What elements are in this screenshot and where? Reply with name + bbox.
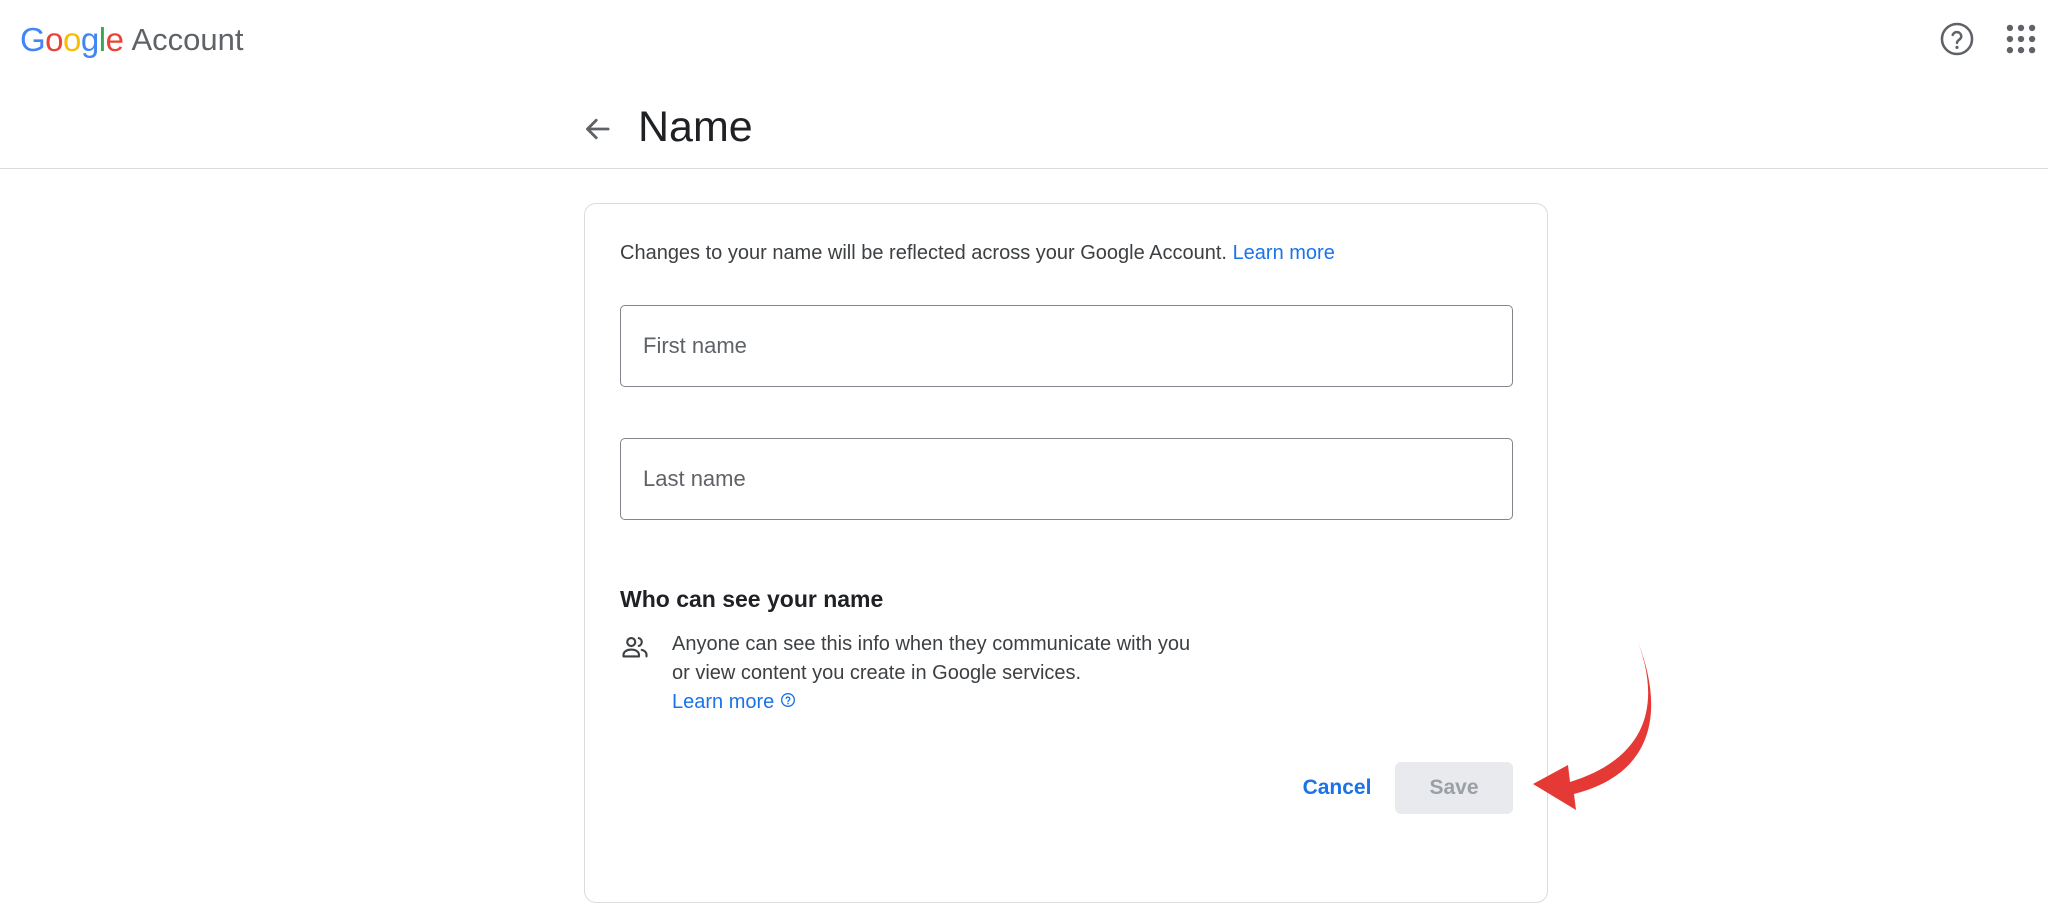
- last-name-input[interactable]: [621, 439, 1512, 519]
- last-name-field[interactable]: [620, 438, 1513, 520]
- first-name-input[interactable]: [621, 306, 1512, 386]
- intro-message: Changes to your name will be reflected a…: [620, 242, 1227, 264]
- intro-text: Changes to your name will be reflected a…: [620, 242, 1335, 265]
- visibility-learn-more-link[interactable]: Learn more: [672, 688, 796, 717]
- save-button[interactable]: Save: [1395, 762, 1513, 814]
- small-help-icon: [780, 688, 796, 717]
- top-header: Google Account: [0, 0, 2048, 80]
- logo-letter: G: [20, 21, 46, 58]
- help-icon[interactable]: [1938, 20, 1976, 58]
- page-title: Name: [638, 103, 753, 151]
- red-curved-arrow-annotation: [1530, 632, 1660, 812]
- logo-letter: g: [80, 21, 99, 58]
- arrow-back-icon[interactable]: [578, 110, 616, 148]
- logo-product-name: Account: [131, 22, 244, 57]
- cancel-button[interactable]: Cancel: [1289, 762, 1385, 814]
- page-title-bar: Name: [0, 90, 2048, 169]
- visibility-text: Anyone can see this info when they commu…: [672, 633, 1191, 684]
- logo-letter: l: [98, 21, 106, 58]
- visibility-section-title: Who can see your name: [620, 586, 884, 612]
- logo-letter: o: [63, 21, 81, 58]
- intro-learn-more-link[interactable]: Learn more: [1233, 242, 1335, 264]
- logo-letter: o: [45, 21, 64, 58]
- name-edit-card: Changes to your name will be reflected a…: [584, 203, 1548, 903]
- visibility-info: Anyone can see this info when they commu…: [672, 630, 1192, 717]
- first-name-field[interactable]: [620, 305, 1513, 387]
- google-account-logo[interactable]: Google Account: [20, 18, 243, 62]
- logo-letter: e: [105, 21, 124, 58]
- people-icon: [620, 632, 650, 662]
- visibility-learn-more-label: Learn more: [672, 691, 775, 713]
- apps-grid-icon[interactable]: [2002, 20, 2040, 58]
